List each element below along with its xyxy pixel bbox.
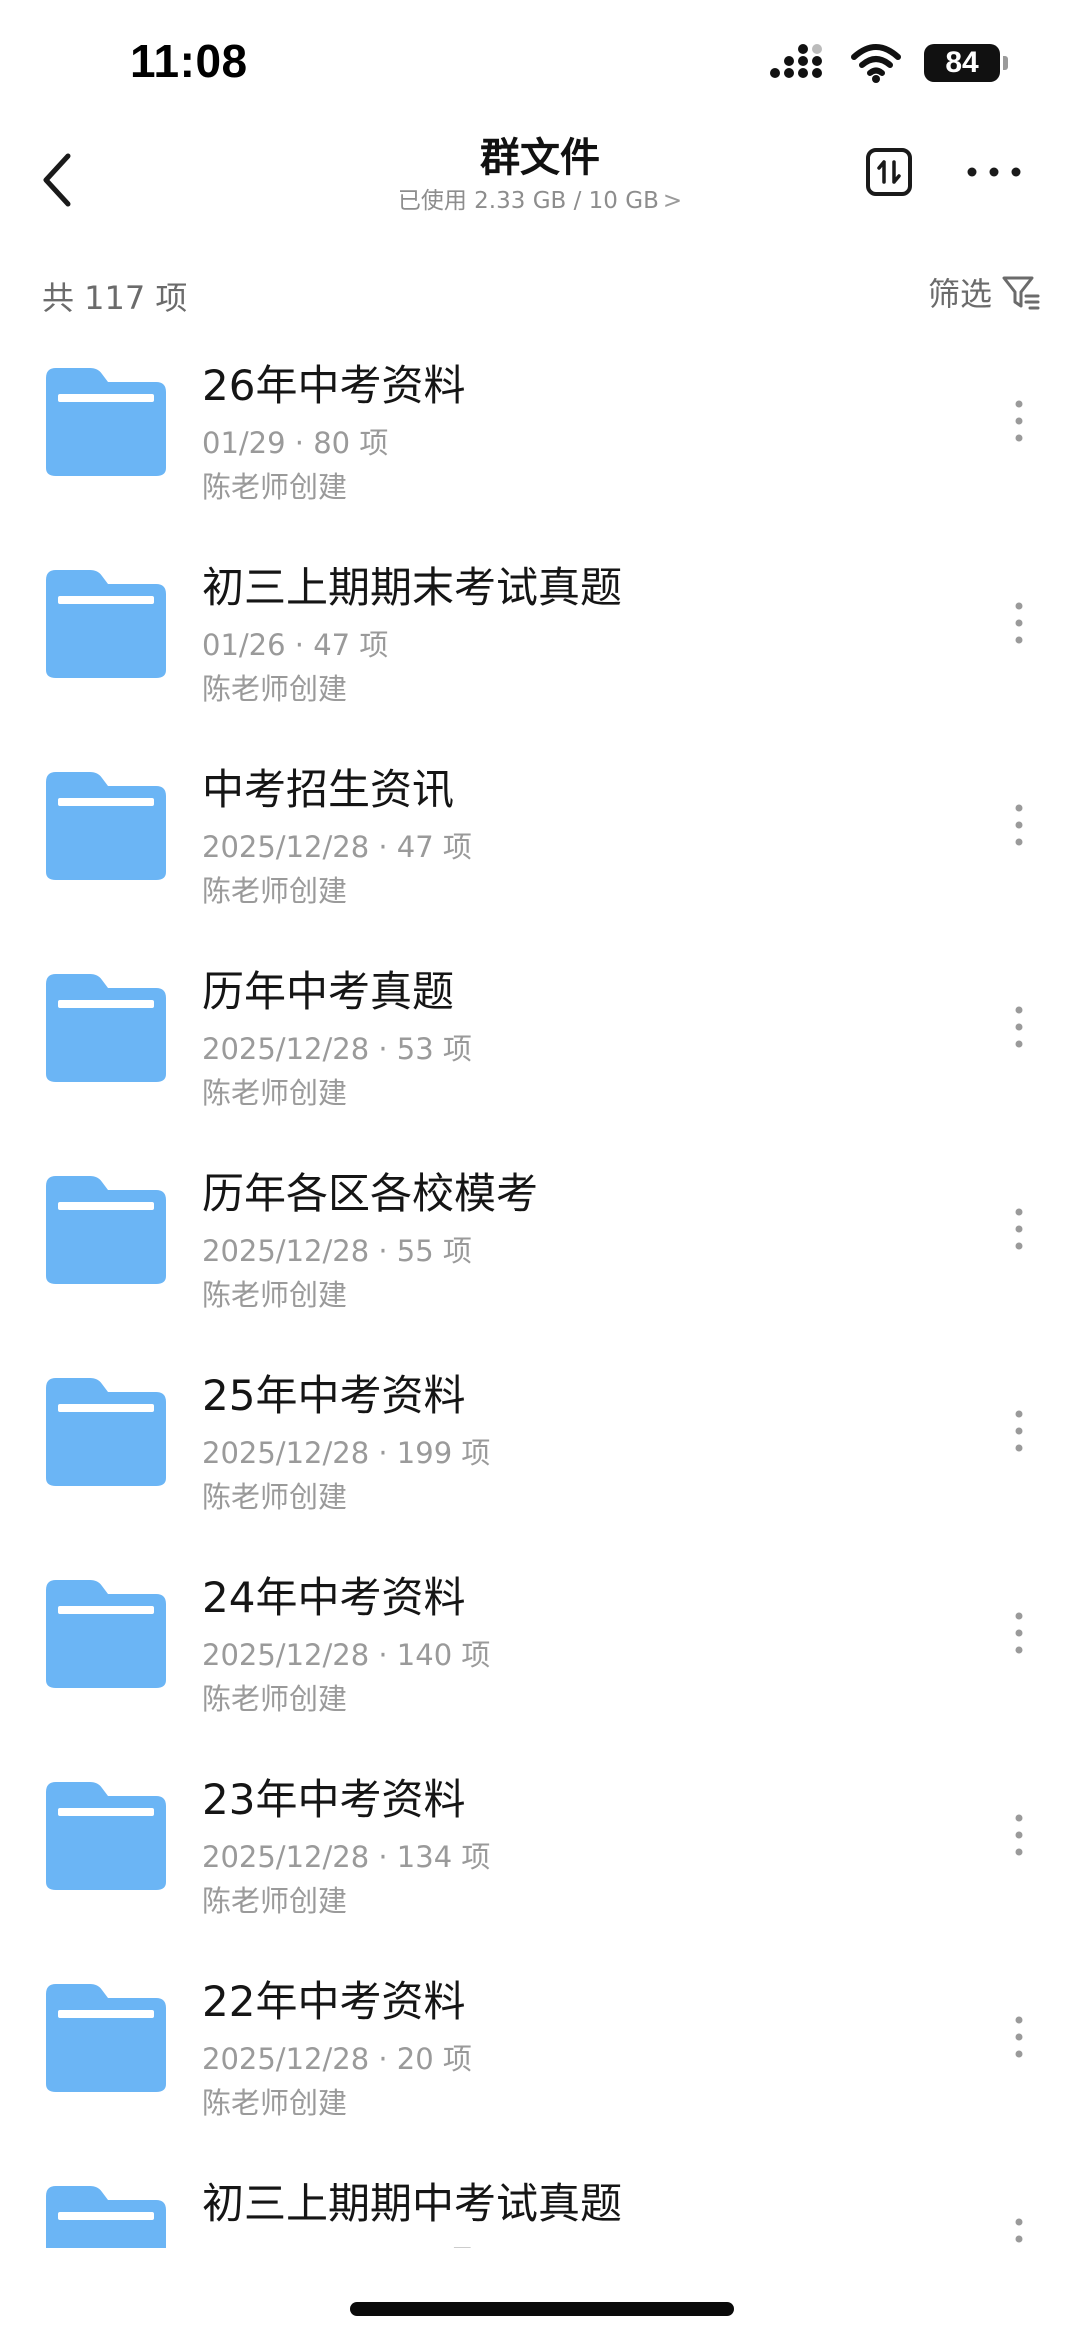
file-list-item[interactable]: 25年中考资料 2025/12/28 · 199 项陈老师创建 [0, 1344, 1080, 1546]
file-name: 历年中考真题 [202, 967, 455, 1016]
item-more-icon[interactable] [1008, 598, 1030, 648]
file-creator: 陈老师创建 [202, 672, 348, 706]
file-creator: 陈老师创建 [202, 1884, 348, 1918]
file-list: 26年中考资料 01/29 · 80 项陈老师创建 初三上期期末考试真题 01/26 … [0, 334, 1080, 2336]
file-name: 23年中考资料 [202, 1775, 466, 1824]
bottom-safe-area [0, 2248, 1080, 2336]
file-list-item[interactable]: 初三上期期末考试真题 01/26 · 47 项陈老师创建 [0, 536, 1080, 738]
file-meta: 01/26 · 47 项 [202, 628, 389, 662]
file-meta: 01/29 · 80 项 [202, 426, 389, 460]
total-count: 共 117 项 [42, 279, 188, 317]
file-creator: 陈老师创建 [202, 1682, 348, 1716]
filter-icon [1002, 276, 1040, 310]
folder-icon [46, 1378, 166, 1486]
file-meta: 2025/12/28 · 134 项 [202, 1840, 491, 1874]
folder-icon [46, 368, 166, 476]
page-title: 群文件 [480, 135, 600, 181]
file-name: 初三上期期中考试真题 [202, 2179, 623, 2228]
more-button[interactable] [962, 160, 1026, 184]
nav-bar: 群文件 已使用 2.33 GB / 10 GB > [0, 120, 1080, 240]
battery-icon: 84 [924, 44, 1008, 82]
file-list-item[interactable]: 23年中考资料 2025/12/28 · 134 项陈老师创建 [0, 1748, 1080, 1950]
folder-icon [46, 974, 166, 1082]
cellular-signal-icon [770, 44, 822, 78]
nav-title-block: 群文件 已使用 2.33 GB / 10 GB > [240, 134, 840, 216]
file-name: 24年中考资料 [202, 1573, 466, 1622]
item-more-icon[interactable] [1008, 1002, 1030, 1052]
file-list-item[interactable]: 22年中考资料 2025/12/28 · 20 项陈老师创建 [0, 1950, 1080, 2152]
folder-icon [46, 570, 166, 678]
file-meta: 2025/12/28 · 55 项 [202, 1234, 472, 1268]
file-creator: 陈老师创建 [202, 1480, 348, 1514]
file-meta: 2025/12/28 · 47 项 [202, 830, 472, 864]
file-creator: 陈老师创建 [202, 1076, 348, 1110]
item-more-icon[interactable] [1008, 396, 1030, 446]
storage-usage-text: 已使用 2.33 GB / 10 GB [397, 188, 659, 214]
home-indicator[interactable] [350, 2302, 734, 2316]
file-name: 中考招生资讯 [202, 765, 455, 814]
back-button[interactable] [28, 142, 98, 218]
summary-row: 共 117 项 筛选 [0, 265, 1080, 325]
storage-chevron: > [662, 188, 683, 214]
file-name: 26年中考资料 [202, 361, 466, 410]
file-meta: 2025/12/28 · 140 项 [202, 1638, 491, 1672]
folder-icon [46, 1984, 166, 2092]
item-more-icon[interactable] [1008, 1204, 1030, 1254]
storage-usage[interactable]: 已使用 2.33 GB / 10 GB > [240, 188, 840, 216]
item-more-icon[interactable] [1008, 2012, 1030, 2062]
folder-icon [46, 1580, 166, 1688]
screen: 11:08 84 群文件 已使用 2.33 GB / 10 GB > 共 117… [0, 0, 1080, 2336]
status-icons: 84 [768, 40, 1008, 86]
folder-icon [46, 772, 166, 880]
battery-level: 84 [945, 46, 979, 79]
sort-icon [877, 160, 901, 184]
file-meta: 2025/12/28 · 20 项 [202, 2042, 472, 2076]
more-icon [967, 167, 1021, 177]
file-list-item[interactable]: 26年中考资料 01/29 · 80 项陈老师创建 [0, 334, 1080, 536]
file-creator: 陈老师创建 [202, 874, 348, 908]
filter-label: 筛选 [927, 275, 992, 313]
folder-icon [46, 1176, 166, 1284]
back-chevron-icon [43, 153, 71, 207]
file-creator: 陈老师创建 [202, 2086, 348, 2120]
file-meta: 2025/12/28 · 199 项 [202, 1436, 491, 1470]
sort-button[interactable] [866, 148, 912, 196]
file-name: 22年中考资料 [202, 1977, 466, 2026]
item-more-icon[interactable] [1008, 1810, 1030, 1860]
item-more-icon[interactable] [1008, 800, 1030, 850]
file-creator: 陈老师创建 [202, 1278, 348, 1312]
file-name: 初三上期期末考试真题 [202, 563, 623, 612]
item-more-icon[interactable] [1008, 1406, 1030, 1456]
wifi-icon [851, 44, 901, 83]
file-name: 25年中考资料 [202, 1371, 466, 1420]
folder-icon [46, 1782, 166, 1890]
file-list-item[interactable]: 24年中考资料 2025/12/28 · 140 项陈老师创建 [0, 1546, 1080, 1748]
file-meta: 2025/12/28 · 53 项 [202, 1032, 472, 1066]
item-more-icon[interactable] [1008, 1608, 1030, 1658]
filter-button[interactable]: 筛选 [928, 269, 1040, 315]
status-bar: 11:08 84 [0, 0, 1080, 120]
file-list-item[interactable]: 历年中考真题 2025/12/28 · 53 项陈老师创建 [0, 940, 1080, 1142]
file-name: 历年各区各校模考 [202, 1169, 539, 1218]
file-creator: 陈老师创建 [202, 470, 348, 504]
status-time: 11:08 [130, 35, 248, 87]
file-list-item[interactable]: 中考招生资讯 2025/12/28 · 47 项陈老师创建 [0, 738, 1080, 940]
file-list-item[interactable]: 历年各区各校模考 2025/12/28 · 55 项陈老师创建 [0, 1142, 1080, 1344]
